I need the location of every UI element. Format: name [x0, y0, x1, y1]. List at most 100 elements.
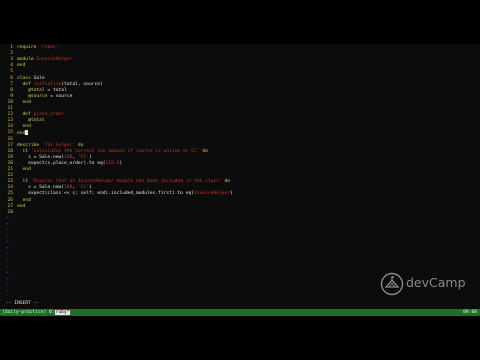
code-token: end — [17, 203, 26, 209]
text-cursor — [25, 130, 28, 136]
code-line[interactable]: 5 — [0, 69, 480, 75]
tilde-marker: ~ — [6, 289, 9, 294]
code-token: s = Sale.new( — [17, 154, 65, 160]
code-line[interactable]: 26 end — [0, 198, 480, 204]
code-token: InvoiceHelper — [36, 57, 73, 63]
code-token: ) — [119, 160, 123, 166]
code-text: @source = source — [17, 94, 72, 100]
code-line[interactable]: 9 @source = source — [0, 94, 480, 100]
code-line[interactable]: 18 it 'calculates the correct tax amount… — [0, 149, 480, 155]
tmux-active-window[interactable]: ruby* — [54, 310, 71, 315]
line-number: 16 — [7, 136, 13, 142]
code-text: it 'calculates the correct tax amount if… — [17, 149, 208, 155]
code-token: describe — [17, 142, 42, 148]
code-token: @total — [17, 87, 45, 93]
line-number: 18 — [7, 148, 13, 154]
empty-buffer-line: ~ — [0, 216, 480, 222]
tilde-marker: ~ — [6, 246, 9, 252]
code-line[interactable]: 25 expect(class << s; self; end).include… — [0, 191, 480, 197]
line-number: 25 — [7, 191, 13, 197]
line-number: 8 — [10, 87, 13, 93]
code-token: module — [17, 57, 37, 63]
code-text: @total = total — [17, 88, 67, 94]
code-token: end — [17, 167, 31, 172]
line-number: 15 — [7, 130, 13, 136]
code-line[interactable]: 27 end — [0, 204, 480, 210]
code-token: do — [75, 142, 84, 148]
tilde-marker: ~ — [6, 221, 9, 227]
tilde-marker: ~ — [6, 276, 9, 282]
code-token: InvoiceHelper — [194, 191, 230, 197]
code-token: @source — [17, 93, 48, 99]
code-token: ) — [229, 191, 233, 197]
code-line[interactable]: 21 end — [0, 167, 480, 173]
empty-buffer-line: ~ — [0, 234, 480, 240]
code-line[interactable]: 3 module InvoiceHelper — [0, 57, 480, 63]
code-text: describe 'Tax helper' do — [17, 143, 83, 149]
code-line[interactable]: 28 — [0, 210, 480, 216]
tmux-clock: 09:08 — [463, 310, 477, 315]
code-token: it — [17, 148, 31, 154]
line-number: 10 — [7, 99, 13, 105]
code-token: @total — [17, 118, 45, 124]
code-token: do — [221, 179, 230, 185]
tilde-marker: ~ — [6, 264, 9, 270]
code-line[interactable]: 1 require 'rspec' — [0, 45, 480, 51]
line-number: 17 — [7, 142, 13, 148]
code-token: expect(class << s; self; end).included_m… — [17, 191, 195, 197]
code-line[interactable]: 2 — [0, 51, 480, 57]
code-token: do — [199, 148, 208, 154]
code-token: require — [17, 45, 40, 50]
code-line[interactable]: 19 s = Sale.new(100, 'CC') — [0, 155, 480, 161]
line-number: 27 — [7, 203, 13, 209]
empty-buffer-line: ~ — [0, 259, 480, 265]
devcamp-logo: devCamp — [380, 272, 470, 296]
tmux-session-name: [daily-practice] — [2, 310, 50, 315]
code-token: 'CC' — [77, 154, 89, 160]
tmux-status-bar: [daily-practice] 0:ruby* 09:08 — [0, 309, 480, 316]
tilde-marker: ~ — [6, 270, 9, 276]
code-token: s = Sale.new( — [17, 185, 65, 191]
code-line[interactable]: 7 def initialize(total, source) — [0, 82, 480, 88]
tilde-marker: ~ — [6, 252, 9, 258]
code-line[interactable]: 4 end — [0, 63, 480, 69]
code-text: end — [17, 204, 25, 210]
code-token: ) — [88, 154, 92, 160]
code-line[interactable]: 8 @total = total — [0, 88, 480, 94]
code-token: it — [17, 179, 31, 185]
tilde-marker: ~ — [6, 228, 9, 233]
code-line[interactable]: 16 — [0, 137, 480, 143]
code-token: place_order — [33, 112, 65, 118]
tmux-window-prefix: 0: — [49, 310, 55, 315]
line-number: 19 — [7, 154, 13, 160]
tmux-session-info: [daily-practice] 0:ruby* — [2, 309, 71, 316]
code-line[interactable]: 15 end — [0, 130, 480, 136]
line-number: 5 — [10, 69, 13, 75]
vim-editor[interactable]: 1 require 'rspec' 2 3 module InvoiceHelper 4 e… — [0, 44, 480, 300]
code-token: expect(s.place_order).to eq( — [17, 160, 106, 166]
code-line[interactable]: 11 — [0, 106, 480, 112]
code-line[interactable]: 13 @total — [0, 118, 480, 124]
code-text: end — [17, 63, 25, 69]
code-text: module InvoiceHelper — [17, 57, 72, 63]
code-token: def — [17, 112, 34, 118]
empty-buffer-line: ~ — [0, 222, 480, 228]
code-token: end — [17, 197, 31, 203]
tilde-marker: ~ — [6, 240, 9, 246]
code-line[interactable]: 20 expect(s.place_order).to eq(110.0) — [0, 161, 480, 167]
code-line[interactable]: 10 end — [0, 100, 480, 106]
code-text: s = Sale.new(100, 'CC') — [17, 155, 92, 161]
code-text: expect(class << s; self; end).included_m… — [17, 191, 233, 197]
tilde-marker: ~ — [6, 234, 9, 240]
code-token: ) — [88, 185, 92, 191]
code-text: def initialize(total, source) — [17, 82, 103, 88]
code-text: require 'rspec' — [17, 45, 59, 51]
code-line[interactable]: 14 end — [0, 124, 480, 130]
terminal-window[interactable]: 1 require 'rspec' 2 3 module InvoiceHelper 4 e… — [0, 44, 480, 316]
code-token: 'Ensures that an InvoiceHelper module ha… — [30, 179, 222, 185]
code-line[interactable]: 6 class Sale — [0, 76, 480, 82]
code-token: 'Tax helper' — [41, 142, 76, 148]
tilde-marker: ~ — [6, 258, 9, 264]
code-line[interactable]: 17 describe 'Tax helper' do — [0, 143, 480, 149]
code-line[interactable]: 12 def place_order — [0, 112, 480, 118]
